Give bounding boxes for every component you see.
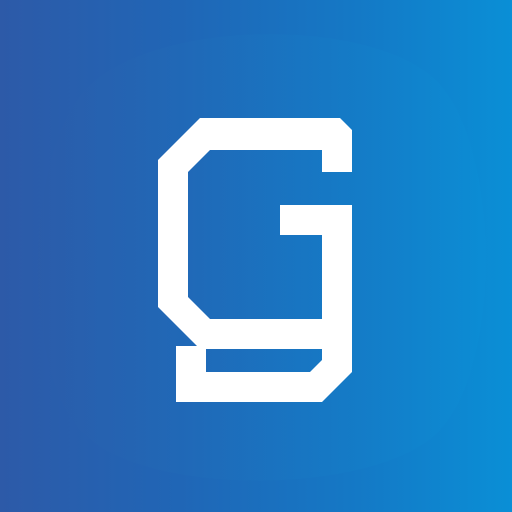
g-logo-icon bbox=[158, 118, 352, 402]
app-icon bbox=[0, 0, 512, 512]
